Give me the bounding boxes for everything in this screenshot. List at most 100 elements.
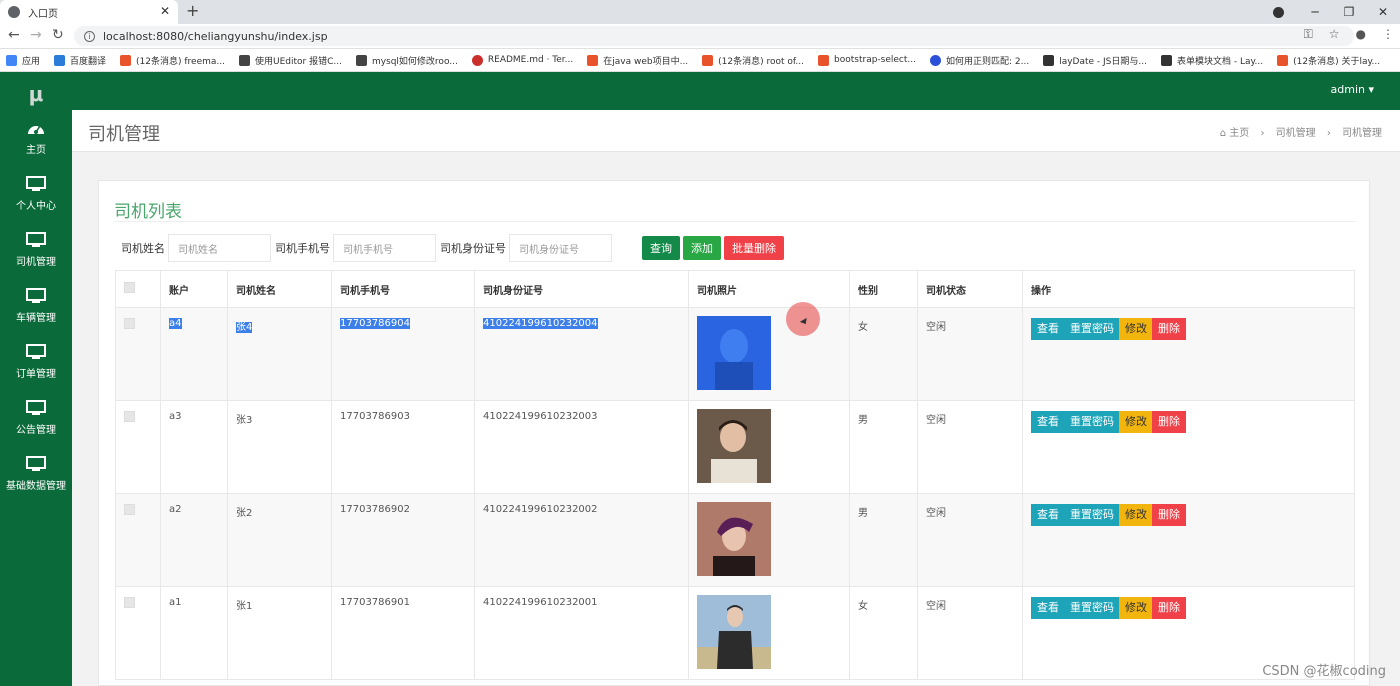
sidebar-item-orders[interactable]: 订单管理 xyxy=(0,344,72,380)
row-checkbox[interactable] xyxy=(124,504,135,515)
row-checkbox[interactable] xyxy=(124,318,135,329)
info-icon[interactable]: i xyxy=(84,30,95,42)
edit-button[interactable]: 修改 xyxy=(1119,504,1153,526)
cell-name: 张3 xyxy=(227,400,332,494)
driver-photo xyxy=(697,502,771,576)
edit-button[interactable]: 修改 xyxy=(1119,411,1153,433)
reset-password-button[interactable]: 重置密码 xyxy=(1064,504,1120,526)
breadcrumb-item[interactable]: 司机管理 xyxy=(1276,128,1316,139)
profile-circle-icon[interactable] xyxy=(1273,6,1284,18)
browser-tab[interactable]: 入口页 ✕ xyxy=(0,0,178,24)
add-button[interactable]: 添加 xyxy=(683,236,721,260)
bookmark-item[interactable]: bootstrap-select... xyxy=(818,54,916,66)
batch-delete-button[interactable]: 批量删除 xyxy=(724,236,784,260)
bookmark-item[interactable]: 应用 xyxy=(6,54,40,67)
monitor-icon xyxy=(26,176,46,191)
sidebar-item-vehicles[interactable]: 车辆管理 xyxy=(0,288,72,324)
view-button[interactable]: 查看 xyxy=(1031,411,1065,433)
cell-account: a2 xyxy=(160,493,228,587)
caret-down-icon: ▾ xyxy=(1368,83,1374,96)
sidebar-item-label: 个人中心 xyxy=(16,201,56,212)
cell-photo xyxy=(688,493,850,587)
bookmark-item[interactable]: mysql如何修改roo... xyxy=(355,54,458,67)
monitor-icon xyxy=(26,232,46,247)
bookmark-item[interactable]: README.md · Ter... xyxy=(471,54,573,66)
sidebar-item-home[interactable]: 主页 xyxy=(0,120,72,156)
search-form: 司机姓名 司机姓名 司机手机号 司机手机号 司机身份证号 司机身份证号 查询 添… xyxy=(121,234,787,262)
sidebar-item-label: 公告管理 xyxy=(16,425,56,436)
reset-password-button[interactable]: 重置密码 xyxy=(1064,318,1120,340)
bookmark-item[interactable]: 表单模块文档 - Lay... xyxy=(1160,54,1263,67)
user-menu[interactable]: admin ▾ xyxy=(1331,83,1375,96)
key-icon[interactable]: ⚿ xyxy=(1304,27,1313,42)
star-icon[interactable]: ☆ xyxy=(1329,27,1340,42)
cell-phone: 17703786902 xyxy=(331,493,475,587)
reload-icon[interactable]: ↻ xyxy=(52,27,64,43)
bookmark-favicon-icon xyxy=(1043,54,1055,66)
address-bar-actions: ⚿ ☆ ● ⋮ xyxy=(1304,27,1394,42)
sidebar-item-label: 车辆管理 xyxy=(16,313,56,324)
driver-phone-input[interactable]: 司机手机号 xyxy=(333,234,436,262)
bookmark-item[interactable]: (12条消息) freema... xyxy=(120,54,225,67)
minimize-icon[interactable]: ─ xyxy=(1298,5,1332,19)
sidebar-item-notices[interactable]: 公告管理 xyxy=(0,400,72,436)
driver-name-input[interactable]: 司机姓名 xyxy=(168,234,271,262)
menu-dots-icon[interactable]: ⋮ xyxy=(1382,27,1394,42)
view-button[interactable]: 查看 xyxy=(1031,597,1065,619)
query-button[interactable]: 查询 xyxy=(642,236,680,260)
account-icon[interactable]: ● xyxy=(1356,27,1366,42)
delete-button[interactable]: 删除 xyxy=(1152,597,1186,619)
delete-button[interactable]: 删除 xyxy=(1152,411,1186,433)
cell-gender: 女 xyxy=(849,307,918,401)
reset-password-button[interactable]: 重置密码 xyxy=(1064,411,1120,433)
column-header: 账户 xyxy=(160,270,228,308)
table-row: a3 张3 17703786903 410224199610232003 男 空… xyxy=(115,400,1355,494)
bookmark-item[interactable]: (12条消息) 关于lay... xyxy=(1277,54,1380,67)
column-header: 司机状态 xyxy=(917,270,1023,308)
window-close-icon[interactable]: ✕ xyxy=(1366,5,1400,19)
row-checkbox[interactable] xyxy=(124,411,135,422)
cell-photo xyxy=(688,307,850,401)
row-checkbox[interactable] xyxy=(124,597,135,608)
back-icon[interactable]: ← xyxy=(8,27,20,43)
header-select-all xyxy=(115,270,161,308)
bookmark-item[interactable]: layDate - JS日期与... xyxy=(1043,54,1147,67)
monitor-icon xyxy=(26,344,46,359)
monitor-icon xyxy=(26,456,46,471)
restore-icon[interactable]: ❐ xyxy=(1332,5,1366,19)
app-logo: μ xyxy=(28,82,44,106)
table-header-row: 账户 司机姓名 司机手机号 司机身份证号 司机照片 性别 司机状态 操作 xyxy=(115,270,1355,308)
sidebar-item-drivers[interactable]: 司机管理 xyxy=(0,232,72,268)
edit-button[interactable]: 修改 xyxy=(1119,597,1153,619)
row-select xyxy=(115,307,161,401)
bookmark-item[interactable]: (12条消息) root of... xyxy=(702,54,804,67)
globe-icon xyxy=(8,6,20,18)
chevron-right-icon: › xyxy=(1326,128,1331,139)
edit-button[interactable]: 修改 xyxy=(1119,318,1153,340)
bookmark-item[interactable]: 在java web项目中... xyxy=(587,54,688,67)
bookmark-item[interactable]: 如何用正则匹配: 2... xyxy=(930,54,1029,67)
bookmark-item[interactable]: 使用UEditor 报错C... xyxy=(238,54,342,67)
close-icon[interactable]: ✕ xyxy=(160,4,170,18)
delete-button[interactable]: 删除 xyxy=(1152,504,1186,526)
forward-icon[interactable]: → xyxy=(30,27,42,43)
cell-actions: 查看 重置密码 修改 删除 xyxy=(1022,400,1355,494)
select-all-checkbox[interactable] xyxy=(124,282,135,293)
view-button[interactable]: 查看 xyxy=(1031,504,1065,526)
sidebar-item-profile[interactable]: 个人中心 xyxy=(0,176,72,212)
delete-button[interactable]: 删除 xyxy=(1152,318,1186,340)
bookmark-item[interactable]: 百度翻译 xyxy=(54,54,106,67)
new-tab-icon[interactable]: + xyxy=(186,1,199,20)
cell-status: 空闲 xyxy=(917,400,1023,494)
driver-id-card-input[interactable]: 司机身份证号 xyxy=(509,234,612,262)
bookmark-favicon-icon xyxy=(1160,54,1172,66)
url-input[interactable]: i localhost:8080/cheliangyunshu/index.js… xyxy=(74,26,1354,46)
name-label: 司机姓名 xyxy=(121,242,165,255)
breadcrumb-item-home[interactable]: 主页 xyxy=(1229,128,1249,139)
view-button[interactable]: 查看 xyxy=(1031,318,1065,340)
reset-password-button[interactable]: 重置密码 xyxy=(1064,597,1120,619)
cell-gender: 女 xyxy=(849,586,918,680)
watermark: CSDN @花椒coding xyxy=(1262,664,1386,679)
sidebar-item-basic-data[interactable]: 基础数据管理 xyxy=(0,456,72,492)
window-controls: ─ ❐ ✕ xyxy=(1273,0,1400,24)
